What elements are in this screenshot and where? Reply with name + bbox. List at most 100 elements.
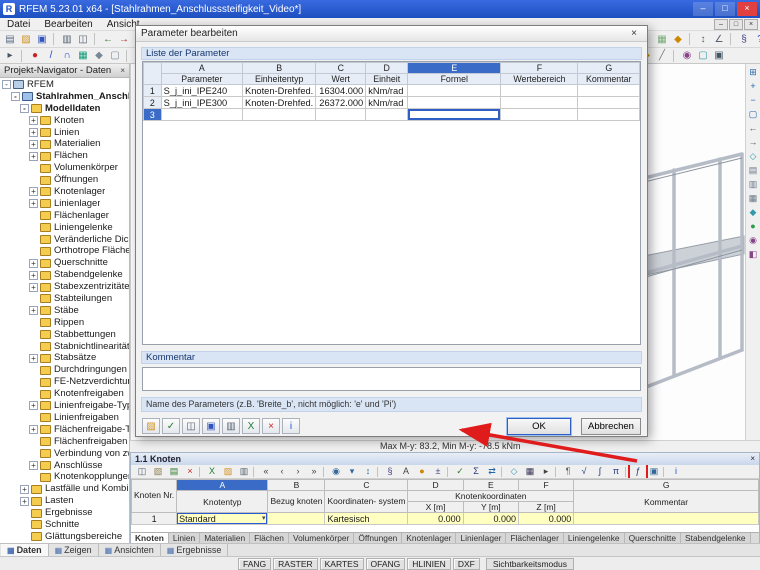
table-views-icon[interactable]: ▦: [522, 465, 538, 478]
view-y-icon[interactable]: ▥: [746, 178, 760, 191]
tree-item[interactable]: Veränderliche Dicken: [0, 234, 129, 246]
excel-export-icon[interactable]: X: [204, 465, 220, 478]
save-parameters-icon[interactable]: ▣: [202, 418, 220, 434]
jump-first-icon[interactable]: «: [258, 465, 274, 478]
column-subheader[interactable]: Y [m]: [462, 501, 519, 513]
tree-item[interactable]: Stabteilungen: [0, 293, 129, 305]
next-row-icon[interactable]: ›: [290, 465, 306, 478]
expander-plus-icon[interactable]: +: [29, 258, 38, 268]
mdi-close-button[interactable]: ×: [744, 18, 758, 30]
previous-view-icon[interactable]: ←: [746, 122, 760, 135]
zoom-window-icon[interactable]: ⊞: [746, 66, 760, 79]
render-mode-icon[interactable]: ●: [746, 220, 760, 233]
expander-plus-icon[interactable]: +: [29, 187, 38, 197]
tree-item[interactable]: Durchdringungen: [0, 364, 129, 376]
insert-opening-icon[interactable]: ▢: [107, 48, 123, 63]
navigator-tab-ansichten[interactable]: ▦ Ansichten: [99, 544, 161, 556]
coordinate-cell[interactable]: 0.000: [462, 512, 519, 525]
row-number[interactable]: 3: [143, 108, 162, 121]
tree-item[interactable]: Knotenfreigaben: [0, 388, 129, 400]
column-letter-D[interactable]: D: [407, 479, 464, 491]
parameter-cell[interactable]: Knoten-Drehfed.: [242, 96, 317, 109]
column-subheader[interactable]: X [m]: [407, 501, 464, 513]
menu-item-datei[interactable]: Datei: [0, 19, 37, 30]
info-icon[interactable]: i: [282, 418, 300, 434]
navigator-tab-ergebnisse[interactable]: ▦ Ergebnisse: [161, 544, 229, 556]
next-view-icon[interactable]: →: [746, 136, 760, 149]
parameter-cell[interactable]: [160, 108, 244, 121]
perspective-icon[interactable]: ◆: [746, 206, 760, 219]
parameter-cell[interactable]: [577, 84, 640, 97]
insert-node-icon[interactable]: ●: [27, 48, 43, 63]
statusbar-toggle-hlinien[interactable]: HLINIEN: [407, 557, 451, 570]
parameter-cell[interactable]: 26372.000: [315, 96, 367, 109]
tree-item[interactable]: FE-Netzverdichtungen: [0, 376, 129, 388]
tree-item[interactable]: Flächenfreigaben: [0, 436, 129, 448]
table-panel-close-icon[interactable]: ×: [750, 453, 755, 465]
row-number[interactable]: 1: [143, 84, 162, 97]
tree-item[interactable]: Stabnichtlinearitäten: [0, 341, 129, 353]
refresh-icon[interactable]: ⇄: [484, 465, 500, 478]
integral-icon[interactable]: ∫: [592, 465, 608, 478]
column-header-koordinatensystem[interactable]: Koordinaten- system: [324, 490, 409, 513]
expander-plus-icon[interactable]: +: [29, 139, 38, 149]
koordinatensystem-cell[interactable]: Kartesisch: [324, 512, 409, 525]
zoom-out-icon[interactable]: −: [746, 94, 760, 107]
statusbar-toggle-raster[interactable]: RASTER: [273, 557, 318, 570]
column-subheader[interactable]: Z [m]: [517, 501, 575, 513]
font-icon[interactable]: A: [398, 465, 414, 478]
expander-minus-icon[interactable]: -: [11, 92, 20, 102]
expander-minus-icon[interactable]: -: [2, 80, 11, 90]
delete-all-icon[interactable]: ×: [262, 418, 280, 434]
parameter-cell[interactable]: kNm/rad: [365, 96, 409, 109]
statistics-icon[interactable]: √: [576, 465, 592, 478]
table-panel-titlebar[interactable]: 1.1 Knoten ×: [131, 453, 759, 465]
dropdown-icon[interactable]: ▾: [262, 514, 266, 522]
redo-icon[interactable]: →: [116, 32, 132, 47]
comment-icon[interactable]: ¶: [560, 465, 576, 478]
tree-item[interactable]: Glättungsbereiche: [0, 531, 129, 543]
tree-item[interactable]: + Stabexzentrizitäten: [0, 281, 129, 293]
expander-plus-icon[interactable]: +: [29, 128, 38, 137]
parameter-cell[interactable]: [365, 108, 409, 121]
view-x-icon[interactable]: ▤: [746, 164, 760, 177]
excel-export-icon[interactable]: X: [242, 418, 260, 434]
tree-item[interactable]: Knotenkopplungen: [0, 471, 129, 483]
find-icon[interactable]: ◉: [328, 465, 344, 478]
expander-plus-icon[interactable]: +: [29, 460, 38, 470]
parameter-cell[interactable]: Knoten-Drehfed.: [242, 84, 317, 97]
guideline-toggle-icon[interactable]: ╱: [654, 48, 670, 63]
cancel-button[interactable]: Abbrechen: [581, 417, 641, 435]
parameter-cell[interactable]: 16304.000: [315, 84, 367, 97]
help-icon[interactable]: ?: [752, 32, 760, 47]
new-file-icon[interactable]: ▤: [2, 32, 18, 47]
tree-item[interactable]: Liniengelenke: [0, 222, 129, 234]
tree-item[interactable]: + Stäbe: [0, 305, 129, 317]
parameter-cell[interactable]: S_j_ini_IPE240: [160, 84, 244, 97]
tree-item[interactable]: Orthotrope Flächen un: [0, 245, 129, 257]
navigator-close-icon[interactable]: ×: [120, 64, 125, 77]
measure-icon[interactable]: ↕: [695, 32, 711, 47]
delete-row-icon[interactable]: ×: [182, 465, 198, 478]
parameter-cell[interactable]: [500, 96, 579, 109]
tree-item[interactable]: + Stabendgelenke: [0, 269, 129, 281]
column-letter-E[interactable]: E: [407, 62, 502, 74]
zoom-all-icon[interactable]: ▢: [746, 108, 760, 121]
tree-item[interactable]: + Anschlüsse: [0, 460, 129, 472]
navigator-tab-zeigen[interactable]: ▦ Zeigen: [49, 544, 99, 556]
dimensioning-icon[interactable]: ∠: [711, 32, 727, 47]
filter-icon[interactable]: ▾: [344, 465, 360, 478]
visibility-icon[interactable]: ◉: [746, 234, 760, 247]
tree-item[interactable]: - Modelldaten: [0, 103, 129, 115]
column-letter-A[interactable]: A: [160, 62, 244, 74]
column-header-parameter[interactable]: Parameter: [160, 73, 244, 85]
expander-plus-icon[interactable]: +: [29, 282, 38, 292]
check-entries-icon[interactable]: ✓: [452, 465, 468, 478]
sync-graphic-icon[interactable]: ◇: [506, 465, 522, 478]
statusbar-toggle-dxf[interactable]: DXF: [452, 557, 480, 570]
expander-plus-icon[interactable]: +: [20, 484, 29, 494]
table-info-icon[interactable]: i: [668, 465, 684, 478]
tree-item[interactable]: Ergebnisse: [0, 507, 129, 519]
tree-item[interactable]: + Lastfälle und Kombinationen: [0, 483, 129, 495]
insert-solid-icon[interactable]: ◆: [91, 48, 107, 63]
